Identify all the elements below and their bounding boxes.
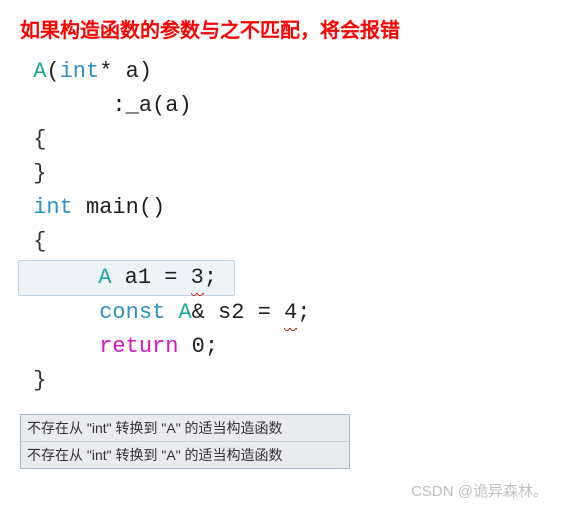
code-line-3: { bbox=[20, 123, 546, 157]
brace-close: } bbox=[33, 161, 46, 186]
number-literal: 0 bbox=[192, 334, 205, 359]
semicolon: ; bbox=[205, 334, 218, 359]
brace-open: { bbox=[33, 127, 46, 152]
code-snippet: A(int* a) :_a(a) { } int main() { A a1 =… bbox=[20, 55, 546, 398]
space bbox=[111, 265, 124, 290]
semicolon: ; bbox=[297, 300, 310, 325]
brace-open: { bbox=[33, 229, 46, 254]
code-line-4: } bbox=[20, 157, 546, 191]
code-line-6: { bbox=[20, 225, 546, 259]
space bbox=[73, 195, 86, 220]
type-int: int bbox=[60, 59, 100, 84]
class-name: A bbox=[178, 300, 191, 325]
code-line-9: return 0; bbox=[20, 330, 546, 364]
space bbox=[165, 300, 178, 325]
brace-close: } bbox=[33, 368, 46, 393]
space bbox=[178, 334, 191, 359]
error-message: 不存在从 "int" 转换到 "A" 的适当构造函数 bbox=[21, 442, 349, 468]
paren-close: ) bbox=[139, 59, 152, 84]
code-line-8: const A& s2 = 4; bbox=[20, 296, 546, 330]
keyword-return: return bbox=[99, 334, 178, 359]
number-literal: 3 bbox=[191, 265, 204, 290]
parens: () bbox=[139, 195, 165, 220]
var-decl: a1 = bbox=[125, 265, 191, 290]
code-line-1: A(int* a) bbox=[20, 55, 546, 89]
ref-amp: & bbox=[192, 300, 205, 325]
number-literal: 4 bbox=[284, 300, 297, 325]
init-list: :_a bbox=[112, 93, 152, 118]
annotation-title: 如果构造函数的参数与之不匹配，将会报错 bbox=[20, 14, 546, 43]
semicolon: ; bbox=[204, 265, 217, 290]
class-name: A bbox=[98, 265, 111, 290]
code-line-5: int main() bbox=[20, 191, 546, 225]
watermark: CSDN @诡异森林。 bbox=[411, 480, 548, 501]
class-name: A bbox=[33, 59, 46, 84]
var-decl: s2 = bbox=[205, 300, 284, 325]
keyword-const: const bbox=[99, 300, 165, 325]
param-a: a bbox=[126, 59, 139, 84]
error-panel: 不存在从 "int" 转换到 "A" 的适当构造函数 不存在从 "int" 转换… bbox=[20, 414, 350, 469]
main-fn: main bbox=[86, 195, 139, 220]
paren-close: ) bbox=[178, 93, 191, 118]
code-line-2: :_a(a) bbox=[20, 89, 546, 123]
init-var: a bbox=[165, 93, 178, 118]
code-line-7: A a1 = 3; bbox=[20, 260, 546, 296]
error-message: 不存在从 "int" 转换到 "A" 的适当构造函数 bbox=[21, 415, 349, 442]
code-line-10: } bbox=[20, 364, 546, 398]
error-squiggle: 4 bbox=[284, 296, 297, 330]
error-squiggle: 3 bbox=[191, 261, 204, 295]
paren-open: ( bbox=[46, 59, 59, 84]
paren-open: ( bbox=[152, 93, 165, 118]
type-int: int bbox=[33, 195, 73, 220]
pointer: * bbox=[99, 59, 125, 84]
highlighted-line: A a1 = 3; bbox=[18, 260, 235, 296]
